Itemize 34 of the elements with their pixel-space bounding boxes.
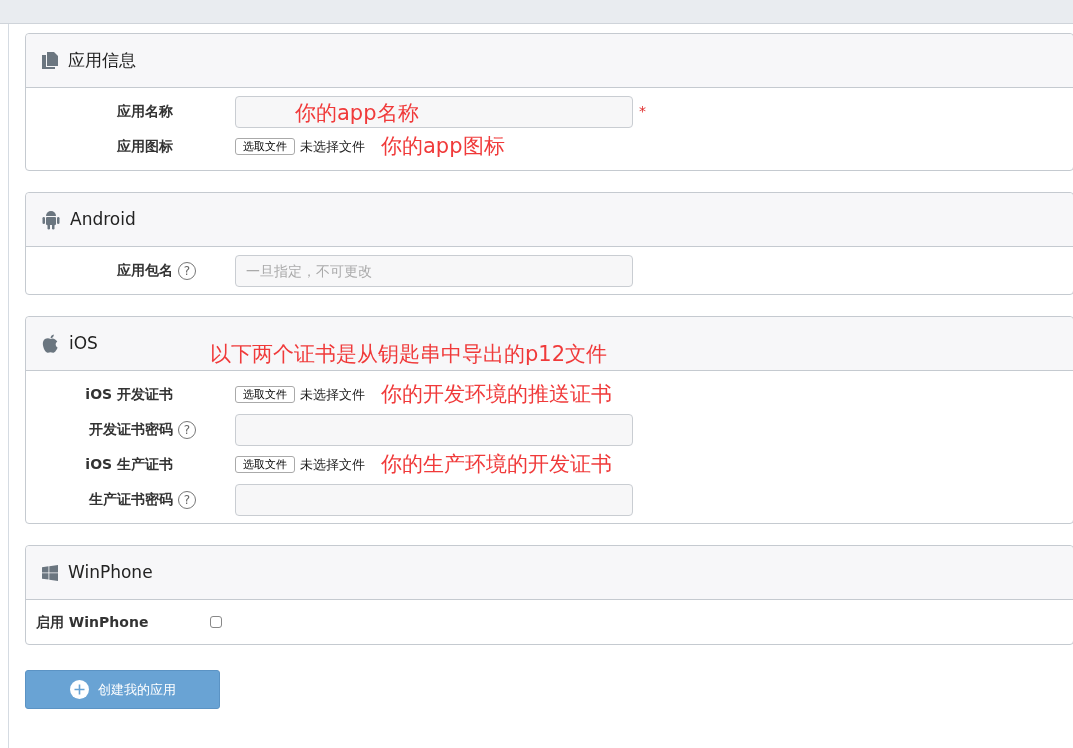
panel-title: 应用信息 — [68, 48, 136, 72]
file-status: 未选择文件 — [300, 137, 365, 156]
file-status: 未选择文件 — [300, 455, 365, 474]
field-label: iOS 开发证书 — [85, 385, 173, 404]
panel-title: Android — [70, 207, 136, 231]
field-label: 启用 WinPhone — [36, 612, 150, 632]
field-label: iOS 生产证书 — [85, 455, 173, 474]
plus-icon — [69, 680, 89, 699]
annotation-text: 以下两个证书是从钥匙串中导出的p12文件 — [210, 341, 608, 368]
field-label: 生产证书密码 — [89, 490, 173, 509]
text-input[interactable] — [235, 483, 633, 516]
text-input[interactable] — [235, 95, 633, 128]
panel-title: WinPhone — [68, 560, 153, 584]
annotation-text: 你的生产环境的开发证书 — [381, 450, 612, 478]
field-label: 应用名称 — [117, 102, 173, 121]
choose-file-button[interactable]: 选取文件 — [235, 138, 295, 155]
file-status: 未选择文件 — [300, 385, 365, 404]
choose-file-button[interactable]: 选取文件 — [235, 456, 295, 473]
windows-logo-icon — [42, 564, 58, 581]
android-icon — [42, 209, 60, 230]
field-label: 应用图标 — [117, 137, 173, 156]
field-label: 开发证书密码 — [89, 420, 173, 439]
annotation-text: 你的app名称 — [295, 99, 419, 127]
text-input[interactable] — [235, 413, 633, 446]
documents-icon — [42, 52, 58, 69]
annotation-text: 你的开发环境的推送证书 — [381, 380, 612, 408]
choose-file-button[interactable]: 选取文件 — [235, 386, 295, 403]
required-mark: * — [639, 102, 646, 121]
checkbox[interactable] — [210, 616, 222, 628]
panel-title: iOS — [69, 331, 98, 355]
text-input[interactable]: 一旦指定，不可更改 — [235, 254, 633, 287]
field-label: 应用包名 — [117, 261, 173, 280]
apple-icon — [42, 334, 59, 353]
annotation-text: 你的app图标 — [381, 132, 505, 160]
